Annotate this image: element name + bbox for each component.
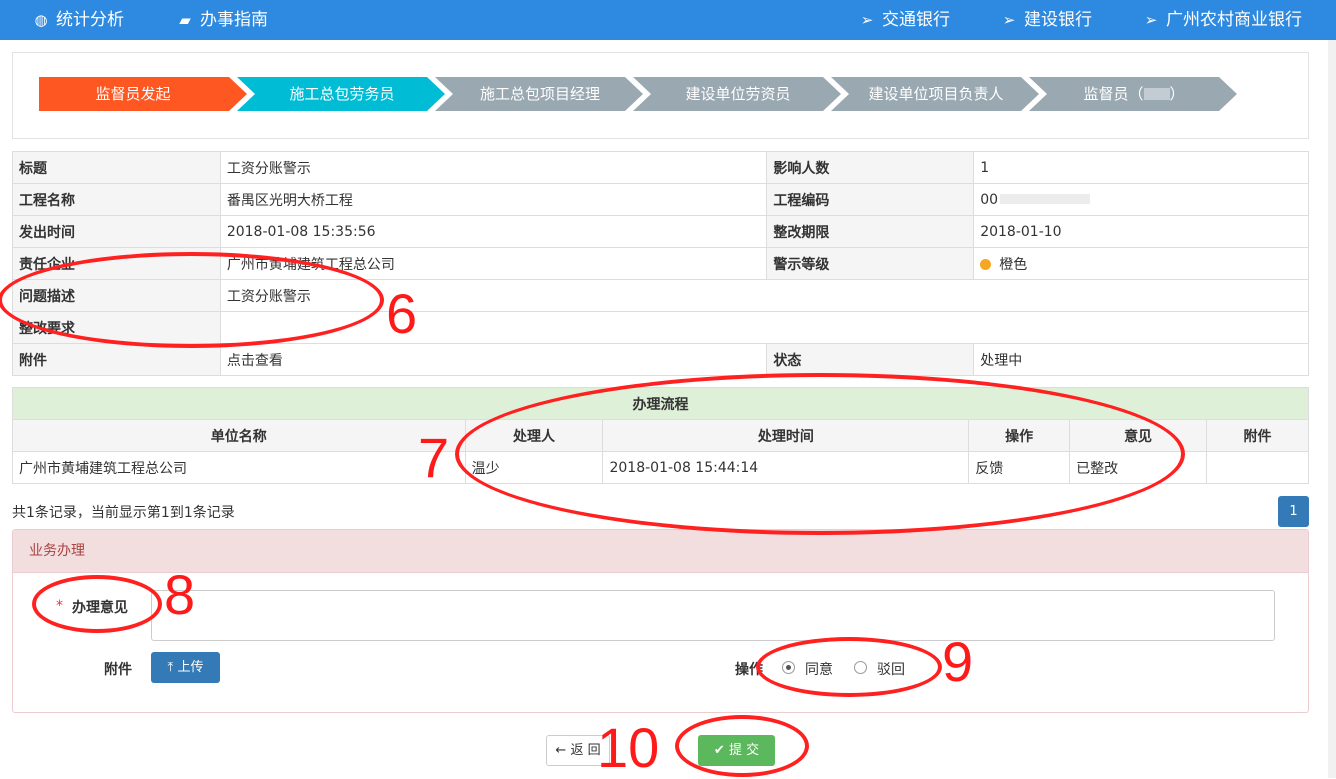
step-6: 监督员（） (1029, 77, 1237, 111)
step-4: 建设单位劳资员 (633, 77, 841, 111)
upload-icon: ⤒ (167, 660, 174, 675)
code-label: 工程编码 (766, 183, 975, 216)
redacted-code (1000, 193, 1091, 204)
level-label: 警示等级 (766, 247, 975, 280)
step-2: 施工总包劳务员 (237, 77, 445, 111)
nav-grcb[interactable]: ➢ 广州农村商业银行 (1142, 0, 1302, 40)
records-summary: 共1条记录，当前显示第1到1条记录 (12, 505, 235, 521)
code-value: 00 (973, 183, 1309, 216)
paper-plane-icon: ➢ (860, 11, 874, 29)
page-1-button[interactable]: 1 (1278, 496, 1309, 527)
annotation-oval-9 (756, 637, 942, 697)
deadline-value: 2018-01-10 (973, 215, 1309, 248)
col-unit: 单位名称 (12, 419, 466, 452)
redacted-name (1143, 88, 1170, 100)
annotation-number-6: 6 (386, 282, 418, 345)
arrow-left-icon: ← (555, 743, 567, 758)
cell-attach (1206, 451, 1309, 484)
require-value (219, 311, 1310, 344)
level-value: 橙色 (973, 247, 1309, 280)
affected-label: 影响人数 (766, 151, 975, 184)
step-1: 监督员发起 (39, 77, 247, 111)
step-3: 施工总包项目经理 (435, 77, 643, 111)
attach-label: 附件 (12, 343, 221, 376)
status-value: 处理中 (973, 343, 1309, 376)
annotation-number-8: 8 (164, 563, 196, 626)
nav-bocom[interactable]: ➢ 交通银行 (858, 0, 950, 40)
deadline-label: 整改期限 (766, 215, 975, 248)
paper-plane-icon: ➢ (1144, 11, 1158, 29)
title-label: 标题 (12, 151, 221, 184)
step-5: 建设单位项目负责人 (831, 77, 1039, 111)
book-icon: ▰ (179, 11, 191, 29)
annotation-number-7: 7 (418, 426, 450, 489)
annotation-oval-7 (455, 373, 1185, 535)
business-panel-title: 业务办理 (13, 530, 1308, 573)
desc-value: 工资分账警示 (219, 279, 1310, 312)
nav-stats[interactable]: ◍ 统计分析 (32, 0, 124, 40)
nav-ccb[interactable]: ➢ 建设银行 (1000, 0, 1092, 40)
project-value: 番禺区光明大桥工程 (219, 183, 768, 216)
annotation-oval-6 (0, 252, 384, 348)
top-nav-bar: ◍ 统计分析 ▰ 办事指南 ➢ 交通银行 ➢ 建设银行 ➢ 广州农村商业银行 (0, 0, 1336, 40)
attach-link[interactable]: 点击查看 (219, 343, 768, 376)
project-label: 工程名称 (12, 183, 221, 216)
annotation-number-9: 9 (942, 630, 974, 693)
attach-field-label: 附件 (104, 662, 132, 678)
cell-unit: 广州市黄埔建筑工程总公司 (12, 451, 466, 484)
annotation-oval-8 (32, 575, 162, 633)
status-label: 状态 (766, 343, 975, 376)
orange-dot-icon (980, 258, 992, 270)
title-value: 工资分账警示 (219, 151, 768, 184)
col-attach: 附件 (1206, 419, 1309, 452)
opinion-input[interactable] (151, 590, 1275, 641)
issued-label: 发出时间 (12, 215, 221, 248)
page-scrollbar[interactable] (1328, 40, 1336, 778)
issued-value: 2018-01-08 15:35:56 (219, 215, 768, 248)
paper-plane-icon: ➢ (1002, 11, 1016, 29)
globe-icon: ◍ (34, 11, 48, 29)
annotation-number-10: 10 (597, 716, 660, 779)
affected-value: 1 (973, 151, 1309, 184)
annotation-oval-10 (675, 715, 809, 777)
nav-guide[interactable]: ▰ 办事指南 (176, 0, 268, 40)
upload-button[interactable]: ⤒ 上传 (151, 652, 220, 683)
